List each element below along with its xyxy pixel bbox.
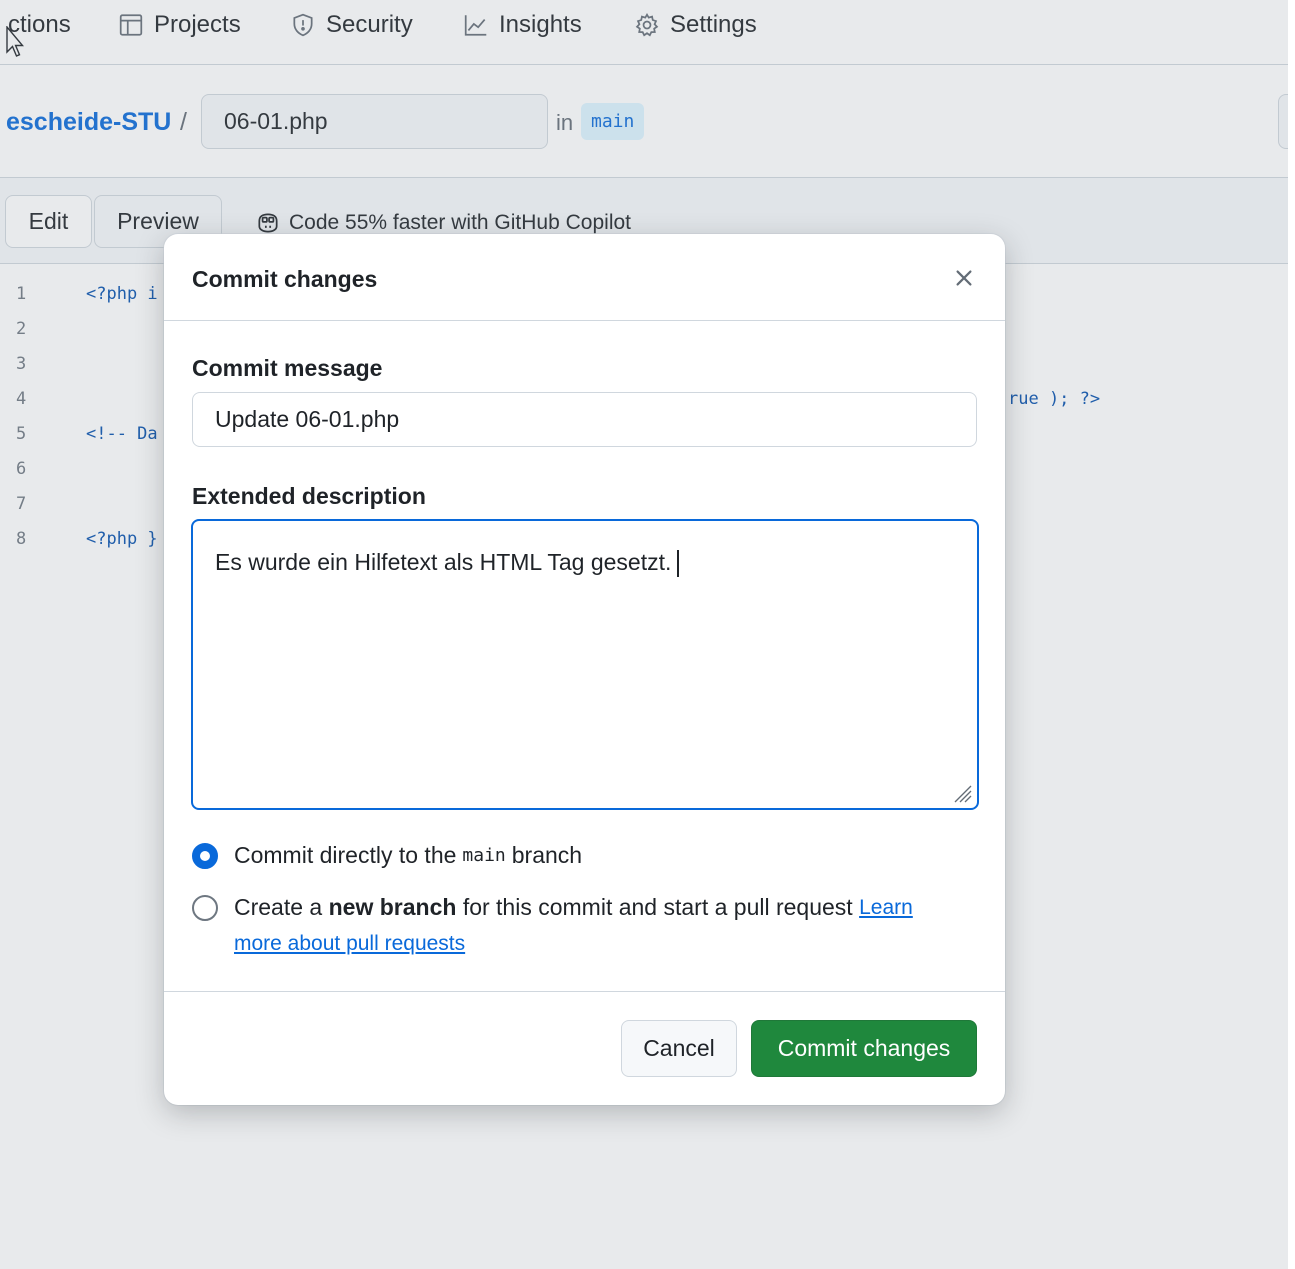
radio-unselected[interactable] xyxy=(192,894,218,921)
commit-direct-branch: main xyxy=(462,845,506,866)
radio-selected[interactable] xyxy=(192,842,218,869)
new-branch-suffix: for this commit and start a pull request xyxy=(462,894,853,920)
extended-description-label: Extended description xyxy=(192,483,426,509)
close-icon xyxy=(956,270,972,286)
text-caret xyxy=(677,550,680,578)
new-branch-bold: new branch xyxy=(328,894,457,920)
new-branch-option[interactable]: Create a new branch for this commit and … xyxy=(192,894,913,921)
dialog-title: Commit changes xyxy=(192,266,378,292)
close-button[interactable] xyxy=(944,258,984,298)
learn-more-link-part1[interactable]: Learn xyxy=(859,896,913,920)
extended-description-textarea[interactable]: Es wurde ein Hilfetext als HTML Tag gese… xyxy=(191,519,979,810)
extended-description-text: Es wurde ein Hilfetext als HTML Tag gese… xyxy=(215,549,672,575)
resize-grip-icon[interactable] xyxy=(951,782,973,804)
commit-direct-option[interactable]: Commit directly to the main branch xyxy=(192,842,582,869)
learn-more-link-part2[interactable]: more about pull requests xyxy=(234,932,465,955)
new-branch-prefix: Create a xyxy=(234,894,323,920)
cancel-button[interactable]: Cancel xyxy=(621,1020,737,1077)
commit-direct-suffix: branch xyxy=(511,842,583,868)
commit-dialog: Commit changes Commit message Update 06-… xyxy=(164,234,1005,1105)
commit-direct-prefix: Commit directly to the xyxy=(234,842,457,868)
commit-changes-button[interactable]: Commit changes xyxy=(751,1020,977,1077)
commit-message-label: Commit message xyxy=(192,355,383,381)
divider xyxy=(164,991,1005,992)
commit-message-input[interactable]: Update 06-01.php xyxy=(192,392,977,447)
learn-more-wrap: more about pull requests xyxy=(234,932,465,956)
divider xyxy=(164,320,1005,321)
window-edge xyxy=(1288,0,1295,1269)
